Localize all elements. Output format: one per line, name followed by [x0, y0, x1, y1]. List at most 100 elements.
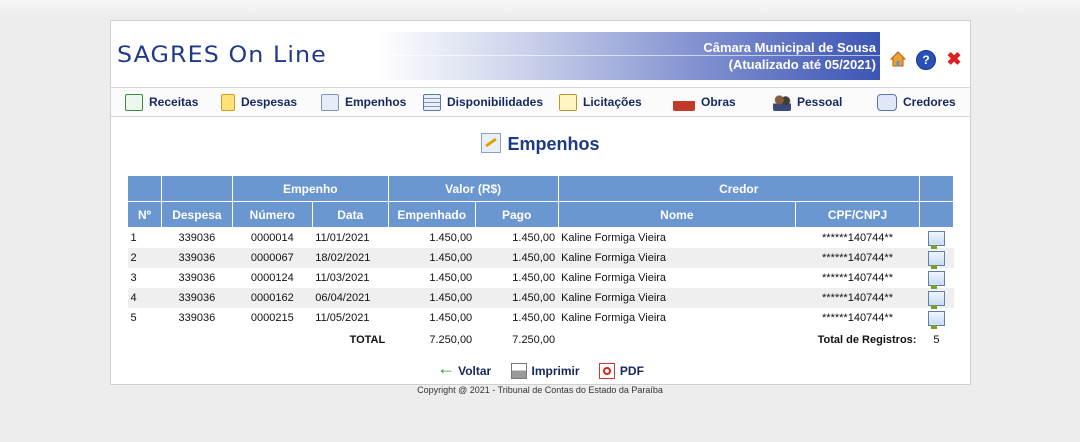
- details-icon[interactable]: [927, 290, 945, 309]
- cell-pago: 1.450,00: [475, 248, 559, 268]
- total-registros-value: 5: [919, 328, 954, 352]
- pdf-label: PDF: [619, 364, 644, 378]
- back-label: Voltar: [458, 364, 492, 378]
- nav-disponibilidades[interactable]: Disponibilidades: [423, 92, 543, 112]
- details-icon[interactable]: [927, 250, 945, 269]
- cell-empenhado: 1.450,00: [388, 308, 476, 328]
- page-title-text: Empenhos: [507, 134, 600, 154]
- cell-n: 2: [127, 248, 162, 268]
- cell-despesa: 339036: [161, 227, 233, 248]
- cell-pago: 1.450,00: [475, 227, 559, 248]
- close-icon[interactable]: ✖: [945, 50, 963, 68]
- nav-credores[interactable]: Credores: [877, 92, 956, 112]
- cell-data: 11/05/2021: [312, 308, 389, 328]
- cell-pago: 1.450,00: [475, 288, 559, 308]
- nav-empenhos[interactable]: Empenhos: [321, 92, 406, 112]
- table-row[interactable]: 4 339036 0000162 06/04/2021 1.450,00 1.4…: [127, 288, 954, 309]
- banner-divider: [378, 55, 880, 56]
- nav-receitas[interactable]: Receitas: [125, 92, 198, 112]
- col-header-numero[interactable]: Número: [231, 201, 313, 228]
- col-header-pago[interactable]: Pago: [474, 201, 559, 228]
- cell-data: 11/01/2021: [312, 227, 389, 248]
- spreadsheet-icon: [125, 93, 143, 111]
- cell-detail: [919, 248, 954, 269]
- print-label: Imprimir: [531, 364, 580, 378]
- table-row[interactable]: 3 339036 0000124 11/03/2021 1.450,00 1.4…: [127, 268, 954, 289]
- nav-pessoal-label: Pessoal: [797, 95, 843, 109]
- cell-empenhado: 1.450,00: [388, 248, 476, 268]
- cell-numero: 0000215: [232, 308, 313, 328]
- cell-n: 1: [127, 227, 162, 248]
- cell-nome: Kaline Formiga Vieira: [558, 308, 796, 328]
- clipboard-icon: [559, 93, 577, 111]
- table-group-header-row: Empenho Valor (R$) Credor: [127, 175, 955, 202]
- nav-despesas-label: Despesas: [241, 95, 298, 109]
- col-header-cpf[interactable]: CPF/CNPJ: [795, 201, 920, 228]
- cell-detail: [919, 288, 954, 309]
- cell-empenhado: 1.450,00: [388, 227, 476, 248]
- group-header-credor: Credor: [557, 175, 920, 202]
- cell-numero: 0000124: [232, 268, 313, 288]
- cell-cpf: ******140744**: [795, 248, 920, 268]
- nav-licitacoes[interactable]: Licitações: [559, 92, 642, 112]
- cell-detail: [919, 227, 954, 249]
- col-header-nome[interactable]: Nome: [557, 201, 797, 228]
- table-row[interactable]: 1 339036 0000014 11/01/2021 1.450,00 1.4…: [127, 227, 954, 249]
- cell-pago: 1.450,00: [475, 308, 559, 328]
- nav-disponibilidades-label: Disponibilidades: [447, 95, 544, 109]
- notepad-icon: [221, 93, 235, 111]
- table-row[interactable]: 2 339036 0000067 18/02/2021 1.450,00 1.4…: [127, 248, 954, 269]
- cell-despesa: 339036: [161, 308, 233, 328]
- cell-cpf: ******140744**: [795, 268, 920, 288]
- creditors-icon: [877, 93, 897, 111]
- ledger-icon: [423, 93, 441, 111]
- nav-pessoal[interactable]: Pessoal: [773, 92, 842, 112]
- col-header-detail: [918, 201, 955, 228]
- total-registros-label: Total de Registros:: [558, 328, 920, 352]
- group-header-valor: Valor (R$): [387, 175, 559, 202]
- edit-document-icon: [481, 133, 502, 153]
- pdf-icon: [598, 363, 615, 379]
- actions-bar: Voltar Imprimir PDF: [111, 358, 970, 382]
- total-empenhado: 7.250,00: [388, 328, 476, 352]
- details-icon[interactable]: [927, 270, 945, 289]
- pdf-button[interactable]: PDF: [598, 363, 644, 379]
- back-button[interactable]: Voltar: [437, 358, 492, 379]
- cell-data: 06/04/2021: [312, 288, 389, 308]
- cell-pago: 1.450,00: [475, 268, 559, 288]
- nav-obras[interactable]: Obras: [673, 92, 736, 112]
- cell-data: 11/03/2021: [312, 268, 389, 288]
- col-header-n[interactable]: Nº: [127, 201, 162, 228]
- help-icon[interactable]: ?: [916, 50, 936, 70]
- cell-cpf: ******140744**: [795, 308, 920, 328]
- col-header-data[interactable]: Data: [311, 201, 389, 228]
- main-nav: Receitas Despesas Empenhos Disponibilida…: [111, 87, 970, 117]
- cell-detail: [919, 308, 954, 329]
- org-name: Câmara Municipal de Sousa: [703, 40, 876, 55]
- details-icon[interactable]: [927, 310, 945, 329]
- cell-nome: Kaline Formiga Vieira: [558, 288, 796, 308]
- details-icon[interactable]: [927, 230, 945, 249]
- nav-receitas-label: Receitas: [149, 95, 199, 109]
- browser-top-strip: [0, 0, 1080, 20]
- col-header-despesa[interactable]: Despesa: [160, 201, 233, 228]
- people-icon: [773, 93, 791, 111]
- sagres-logo[interactable]: SAGRES On Line: [117, 43, 327, 68]
- group-header-empty: [127, 175, 162, 202]
- nav-despesas[interactable]: Despesas: [221, 92, 297, 112]
- table-column-header-row: Nº Despesa Número Data Empenhado Pago No…: [127, 201, 955, 228]
- cell-nome: Kaline Formiga Vieira: [558, 248, 796, 268]
- group-header-empty: [160, 175, 233, 202]
- cell-numero: 0000067: [232, 248, 313, 268]
- home-icon[interactable]: [889, 50, 907, 68]
- cell-n: 5: [127, 308, 162, 328]
- cell-cpf: ******140744**: [795, 227, 920, 248]
- cell-despesa: 339036: [161, 248, 233, 268]
- print-button[interactable]: Imprimir: [510, 363, 580, 379]
- cell-nome: Kaline Formiga Vieira: [558, 227, 796, 248]
- total-label: TOTAL: [127, 328, 389, 352]
- main-panel: SAGRES On Line Câmara Municipal de Sousa…: [110, 20, 971, 385]
- col-header-empenhado[interactable]: Empenhado: [387, 201, 476, 228]
- cell-empenhado: 1.450,00: [388, 288, 476, 308]
- table-row[interactable]: 5 339036 0000215 11/05/2021 1.450,00 1.4…: [127, 308, 954, 329]
